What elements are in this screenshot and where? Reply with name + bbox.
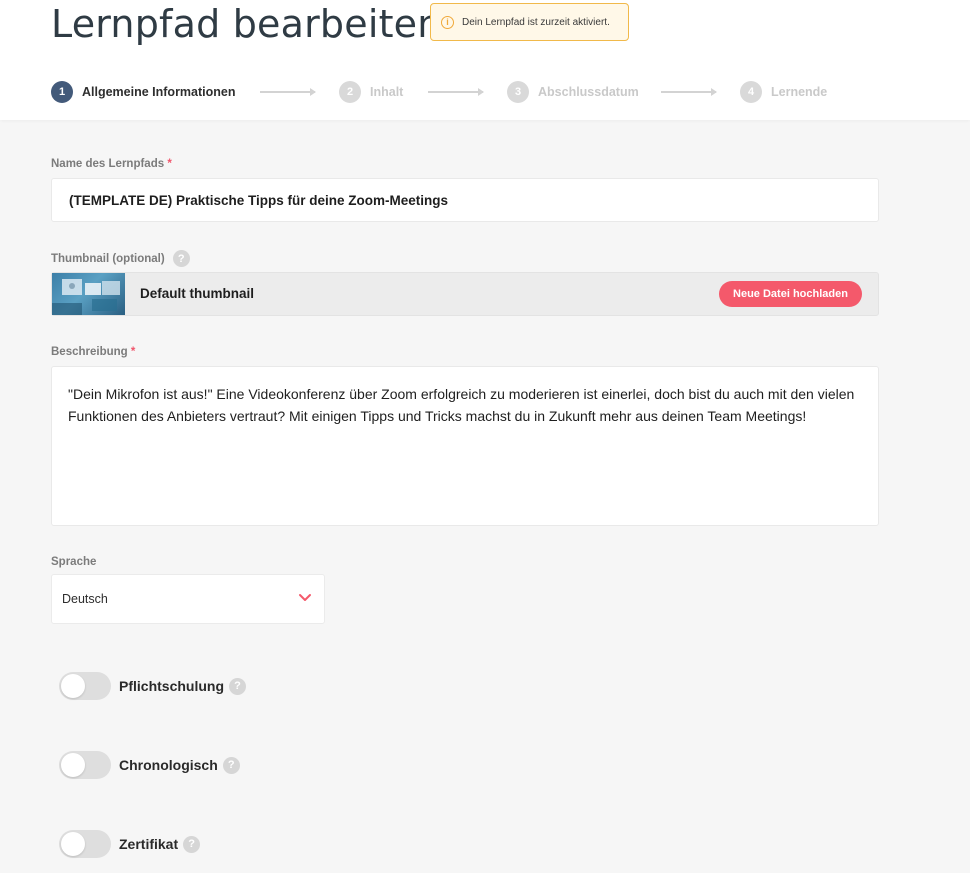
step-label: Lernende [771,85,828,99]
help-icon[interactable]: ? [222,756,240,774]
step-arrow-icon [428,88,484,96]
step-arrow-icon [661,88,717,96]
toggle-row-pflichtschulung: Pflichtschulung ? [59,672,246,700]
upload-file-button[interactable]: Neue Datei hochladen [719,281,862,307]
thumbnail-label: Thumbnail (optional) ? [51,250,190,267]
zertifikat-label: Zertifikat [119,836,179,852]
status-notice-text: Dein Lernpfad ist zurzeit aktiviert. [462,16,610,28]
toggle-knob [61,832,85,856]
step-number: 2 [339,81,361,103]
page-header: Lernpfad bearbeiten i Dein Lernpfad ist … [0,0,970,120]
thumbnail-label-text: Thumbnail (optional) [51,252,165,265]
step-lernende[interactable]: 4 Lernende [740,81,827,103]
description-label: Beschreibung * [51,346,135,358]
required-mark: * [167,158,172,170]
chevron-down-icon [299,594,311,601]
step-abschlussdatum[interactable]: 3 Abschlussdatum [507,81,639,103]
help-icon[interactable]: ? [172,250,190,267]
status-notice: i Dein Lernpfad ist zurzeit aktiviert. [430,3,629,41]
step-number: 3 [507,81,529,103]
info-icon: i [441,15,454,29]
description-label-text: Beschreibung [51,346,128,358]
pflichtschulung-label: Pflichtschulung [119,678,224,694]
name-input[interactable]: (TEMPLATE DE) Praktische Tipps für deine… [51,178,879,222]
description-textarea[interactable]: "Dein Mikrofon ist aus!" Eine Videokonfe… [51,366,879,526]
name-label: Name des Lernpfads * [51,158,172,170]
toggle-row-chronologisch: Chronologisch ? [59,751,240,779]
thumbnail-filename: Default thumbnail [140,286,254,301]
language-select[interactable]: Deutsch [51,574,325,624]
chronologisch-label: Chronologisch [119,757,218,773]
toggle-row-zertifikat: Zertifikat ? [59,830,201,858]
language-selected-value: Deutsch [62,592,108,606]
language-label: Sprache [51,556,97,568]
step-number: 1 [51,81,73,103]
step-label: Allgemeine Informationen [82,85,236,99]
thumbnail-field: Default thumbnail Neue Datei hochladen [51,272,879,316]
thumbnail-image [52,273,125,315]
pflichtschulung-toggle[interactable] [59,672,111,700]
zertifikat-toggle[interactable] [59,830,111,858]
step-label: Inhalt [370,85,404,99]
toggle-knob [61,674,85,698]
stepper: 1 Allgemeine Informationen 2 Inhalt 3 Ab… [51,81,851,103]
chronologisch-toggle[interactable] [59,751,111,779]
step-allgemeine-informationen[interactable]: 1 Allgemeine Informationen [51,81,236,103]
page-title: Lernpfad bearbeiten [51,2,442,46]
toggle-knob [61,753,85,777]
step-number: 4 [740,81,762,103]
help-icon[interactable]: ? [183,835,201,853]
step-inhalt[interactable]: 2 Inhalt [339,81,403,103]
step-arrow-icon [260,88,316,96]
help-icon[interactable]: ? [229,677,246,695]
name-label-text: Name des Lernpfads [51,158,165,170]
step-label: Abschlussdatum [538,85,639,99]
required-mark: * [130,346,136,358]
